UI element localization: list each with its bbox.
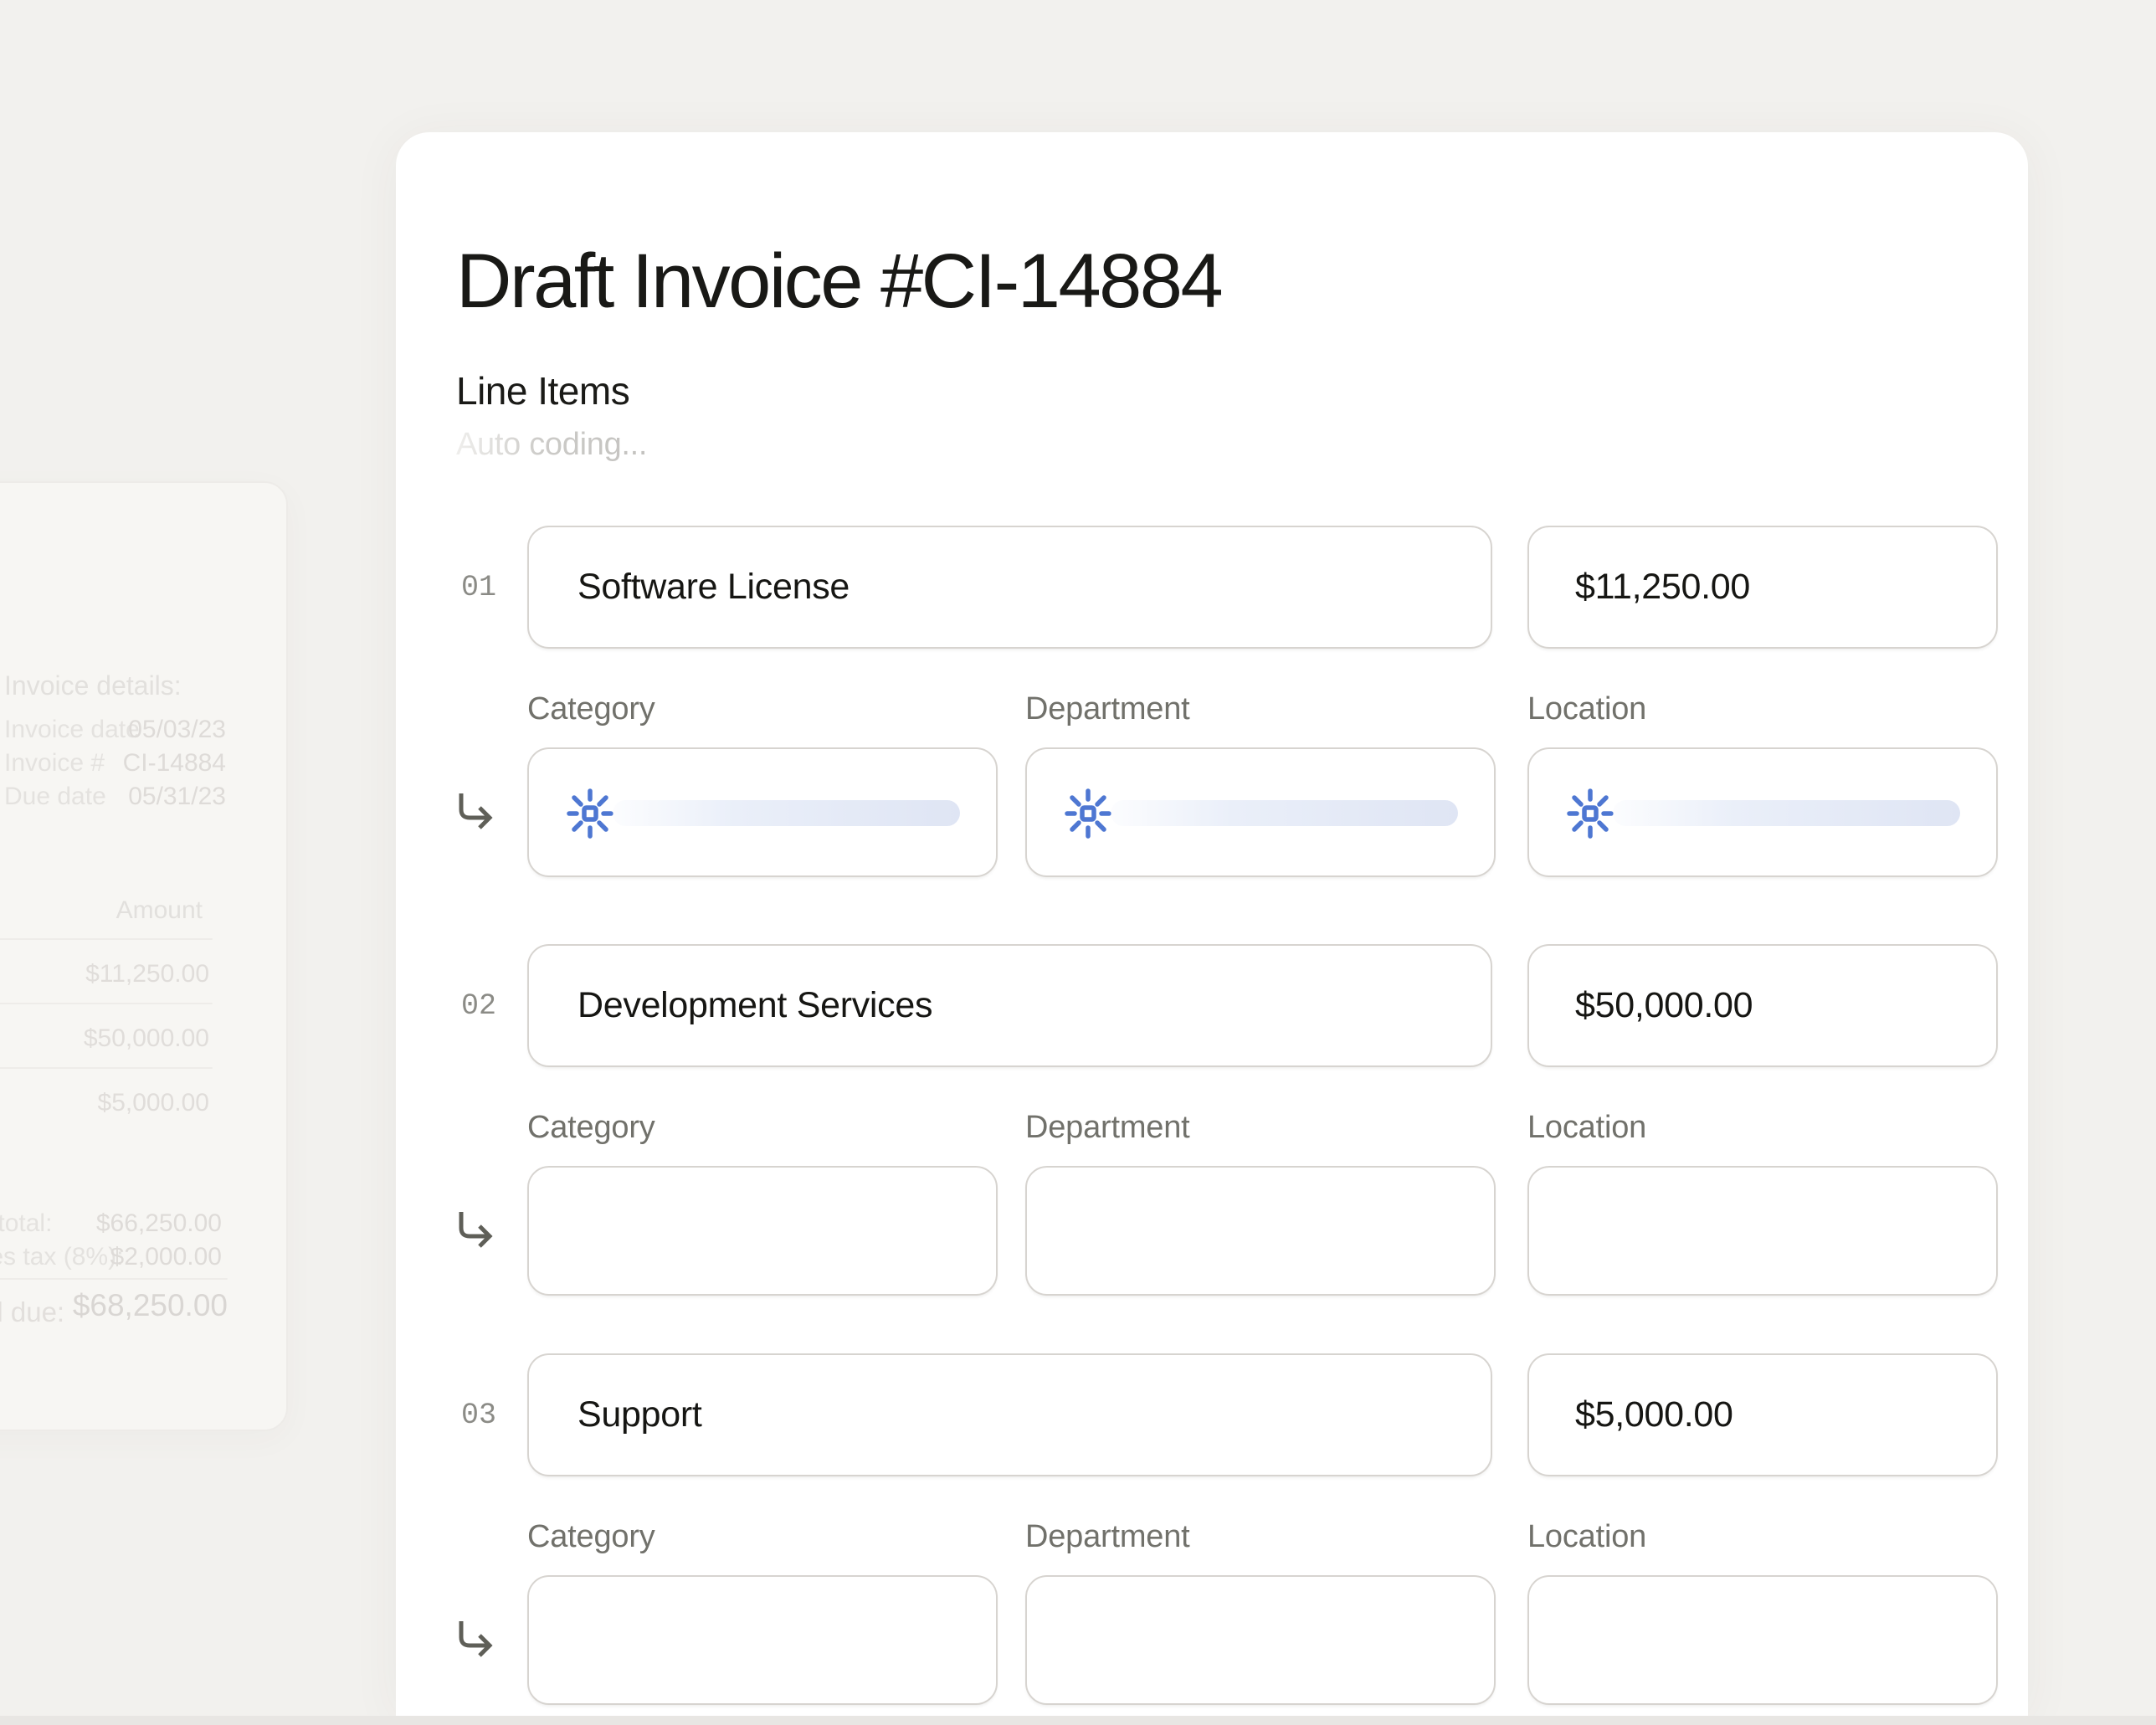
line-item-number: 01 bbox=[446, 571, 496, 604]
amount-value: $11,250.00 bbox=[1575, 567, 1750, 608]
department-input[interactable] bbox=[1025, 747, 1496, 877]
line-item-number: 02 bbox=[446, 989, 496, 1023]
line-item-row-01: 01 Software License $11,250.00 Category … bbox=[396, 526, 2028, 877]
description-input[interactable]: Support bbox=[527, 1353, 1492, 1476]
subtotal-value: $66,250.00 bbox=[96, 1209, 222, 1238]
preview-amount: $50,000.00 bbox=[84, 1024, 209, 1053]
window-bottom-edge bbox=[0, 1716, 2156, 1725]
location-label: Location bbox=[1527, 691, 1646, 727]
page-title: Draft Invoice #CI-14884 bbox=[456, 238, 1221, 326]
due-date-label: Due date bbox=[4, 783, 106, 811]
loading-shimmer-bar bbox=[1613, 800, 1960, 826]
category-input[interactable] bbox=[527, 747, 998, 877]
total-due-value: $68,250.00 bbox=[73, 1288, 228, 1323]
auto-coding-status: Auto coding... bbox=[456, 427, 647, 463]
ai-sparkle-spinner-icon bbox=[1061, 787, 1115, 840]
sales-tax-value: $2,000.00 bbox=[110, 1243, 222, 1271]
category-label: Category bbox=[527, 691, 655, 727]
description-value: Support bbox=[578, 1394, 702, 1435]
table-rule bbox=[0, 1278, 228, 1280]
invoice-number-value: CI-14884 bbox=[123, 749, 226, 778]
line-item-row-02: 02 Development Services $50,000.00 Categ… bbox=[396, 944, 2028, 1296]
invoice-date-label: Invoice date bbox=[4, 716, 140, 744]
amount-input[interactable]: $5,000.00 bbox=[1527, 1353, 1998, 1476]
line-item-row-03: 03 Support $5,000.00 Category Department… bbox=[396, 1353, 2028, 1705]
amount-value: $5,000.00 bbox=[1575, 1394, 1733, 1435]
corner-down-right-arrow-icon bbox=[449, 1207, 496, 1254]
department-label: Department bbox=[1025, 1110, 1190, 1146]
invoice-details-heading: Invoice details: bbox=[4, 670, 182, 701]
department-input[interactable] bbox=[1025, 1575, 1496, 1705]
category-input[interactable] bbox=[527, 1166, 998, 1296]
location-input[interactable] bbox=[1527, 1575, 1998, 1705]
line-items-heading: Line Items bbox=[456, 368, 629, 413]
category-label: Category bbox=[527, 1110, 655, 1146]
table-rule bbox=[0, 938, 213, 940]
amount-value: $50,000.00 bbox=[1575, 985, 1753, 1026]
amount-column-header: Amount bbox=[116, 896, 203, 925]
category-label: Category bbox=[527, 1519, 655, 1555]
preview-amount: $11,250.00 bbox=[85, 960, 209, 988]
corner-down-right-arrow-icon bbox=[449, 788, 496, 835]
description-value: Software License bbox=[578, 567, 850, 608]
sales-tax-label: Sales tax (8%): bbox=[0, 1243, 123, 1271]
description-input[interactable]: Software License bbox=[527, 526, 1492, 649]
subtotal-label: Subtotal: bbox=[0, 1209, 52, 1238]
invoice-number-label: Invoice # bbox=[4, 749, 105, 778]
description-value: Development Services bbox=[578, 985, 932, 1026]
location-input[interactable] bbox=[1527, 747, 1998, 877]
location-label: Location bbox=[1527, 1519, 1646, 1555]
location-label: Location bbox=[1527, 1110, 1646, 1146]
amount-input[interactable]: $11,250.00 bbox=[1527, 526, 1998, 649]
loading-shimmer-bar bbox=[613, 800, 960, 826]
table-rule bbox=[0, 1003, 213, 1004]
department-label: Department bbox=[1025, 691, 1190, 727]
loading-shimmer-bar bbox=[1111, 800, 1458, 826]
invoice-auto-coding-screen: Invoice details: Invoice date 05/03/23 I… bbox=[0, 0, 2156, 1725]
department-label: Department bbox=[1025, 1519, 1190, 1555]
due-date-value: 05/31/23 bbox=[128, 783, 226, 811]
description-input[interactable]: Development Services bbox=[527, 944, 1492, 1067]
total-due-label: Total due: bbox=[0, 1296, 64, 1328]
draft-invoice-card: Draft Invoice #CI-14884 Line Items Auto … bbox=[396, 132, 2028, 1716]
ai-sparkle-spinner-icon bbox=[1563, 787, 1617, 840]
table-rule bbox=[0, 1067, 213, 1069]
invoice-preview-panel: Invoice details: Invoice date 05/03/23 I… bbox=[0, 481, 288, 1431]
department-input[interactable] bbox=[1025, 1166, 1496, 1296]
line-item-number: 03 bbox=[446, 1399, 496, 1432]
preview-amount: $5,000.00 bbox=[98, 1089, 209, 1117]
amount-input[interactable]: $50,000.00 bbox=[1527, 944, 1998, 1067]
ai-sparkle-spinner-icon bbox=[563, 787, 617, 840]
location-input[interactable] bbox=[1527, 1166, 1998, 1296]
corner-down-right-arrow-icon bbox=[449, 1616, 496, 1663]
invoice-date-value: 05/03/23 bbox=[128, 716, 226, 744]
category-input[interactable] bbox=[527, 1575, 998, 1705]
